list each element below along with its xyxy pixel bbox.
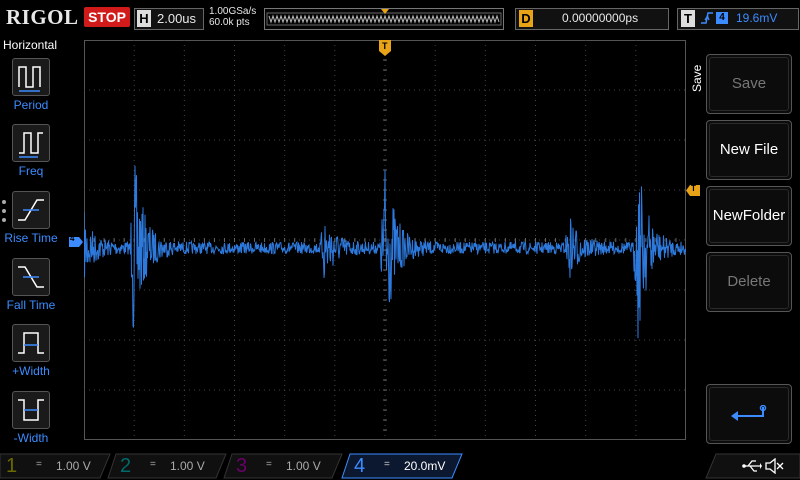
dc-coupling-icon: = xyxy=(266,459,272,470)
sound-muted-icon[interactable] xyxy=(764,457,784,479)
menu-title: Horizontal xyxy=(3,38,58,52)
new-folder-button[interactable]: NewFolder xyxy=(706,186,792,246)
save-button-label: Save xyxy=(731,75,767,92)
positive-width-label: +Width xyxy=(12,364,50,378)
dc-coupling-icon: = xyxy=(36,459,42,470)
new-file-button-label: New File xyxy=(719,141,779,158)
save-button[interactable]: Save xyxy=(706,54,792,114)
overview-waveform-icon xyxy=(266,9,502,26)
channel-2-indicator[interactable]: 2 = 1.00 V xyxy=(120,454,230,478)
memory-depth: 60.0k pts xyxy=(209,17,250,28)
timebase-value: 2.00us xyxy=(157,11,197,26)
period-icon xyxy=(12,58,50,96)
enter-button[interactable] xyxy=(706,384,792,444)
period-label: Period xyxy=(13,98,49,112)
brand-logo: RIGOL xyxy=(6,5,79,29)
measure-fall-time-button[interactable]: Fall Time xyxy=(0,258,62,324)
waveform-overview[interactable] xyxy=(264,8,504,30)
rise-time-label: Rise Time xyxy=(4,231,58,245)
new-file-button[interactable]: New File xyxy=(706,120,792,180)
rise-time-icon xyxy=(12,191,50,229)
channel-1-indicator[interactable]: 1 = 1.00 V xyxy=(6,454,116,478)
measure-rise-time-button[interactable]: Rise Time xyxy=(0,191,62,257)
delete-button[interactable]: Delete xyxy=(706,252,792,312)
negative-width-label: -Width xyxy=(13,431,49,445)
delay-label: D xyxy=(519,10,533,27)
measure-negative-width-button[interactable]: -Width xyxy=(0,391,62,457)
measure-positive-width-button[interactable]: +Width xyxy=(0,324,62,390)
trigger-level: 19.6mV xyxy=(736,11,778,25)
timebase-label: H xyxy=(137,10,151,27)
channel-status-bar: 1 = 1.00 V 2 = 1.00 V 3 = 1.00 V 4 = 20.… xyxy=(0,452,800,480)
delay-value: 0.00000000ps xyxy=(562,11,639,25)
frequency-icon xyxy=(12,124,50,162)
top-status-bar: RIGOL STOP H 2.00us 1.00GSa/s 60.0k pts … xyxy=(0,0,800,36)
channel-4-indicator[interactable]: 4 = 20.0mV xyxy=(354,454,464,478)
new-folder-button-label: NewFolder xyxy=(712,207,786,224)
trigger-position-marker[interactable]: T xyxy=(379,40,391,56)
trigger-source: 4 xyxy=(716,12,728,24)
measure-period-button[interactable]: Period xyxy=(0,58,62,124)
run-stop-indicator[interactable]: STOP xyxy=(84,7,130,27)
usb-icon xyxy=(742,459,762,478)
waveform-grid xyxy=(83,39,687,440)
timebase-indicator[interactable]: H 2.00us xyxy=(134,8,204,30)
rising-edge-icon xyxy=(700,10,714,30)
fall-time-label: Fall Time xyxy=(6,298,56,312)
negative-width-icon xyxy=(12,391,50,429)
sample-rate: 1.00GSa/s xyxy=(209,6,257,17)
channel-3-indicator[interactable]: 3 = 1.00 V xyxy=(236,454,346,478)
dc-coupling-icon: = xyxy=(150,459,156,470)
horizontal-measure-menu: Horizontal Period Freq Rise Time Fall Ti… xyxy=(0,36,62,452)
waveform-display[interactable] xyxy=(83,39,687,440)
measure-freq-button[interactable]: Freq xyxy=(0,124,62,190)
dc-coupling-icon: = xyxy=(384,459,390,470)
save-menu-title: Save xyxy=(690,64,704,92)
delay-indicator[interactable]: D 0.00000000ps xyxy=(515,8,669,30)
channel-4-ref-marker[interactable]: 4 xyxy=(69,234,83,247)
trigger-label: T xyxy=(681,10,695,27)
delete-button-label: Delete xyxy=(727,273,771,290)
enter-icon xyxy=(731,405,767,421)
save-menu: Save New File NewFolder Delete xyxy=(686,36,800,452)
positive-width-icon xyxy=(12,324,50,362)
trigger-indicator[interactable]: T 4 19.6mV xyxy=(677,8,799,30)
sample-info: 1.00GSa/s 60.0k pts xyxy=(209,6,256,28)
freq-label: Freq xyxy=(18,164,44,178)
fall-time-icon xyxy=(12,258,50,296)
